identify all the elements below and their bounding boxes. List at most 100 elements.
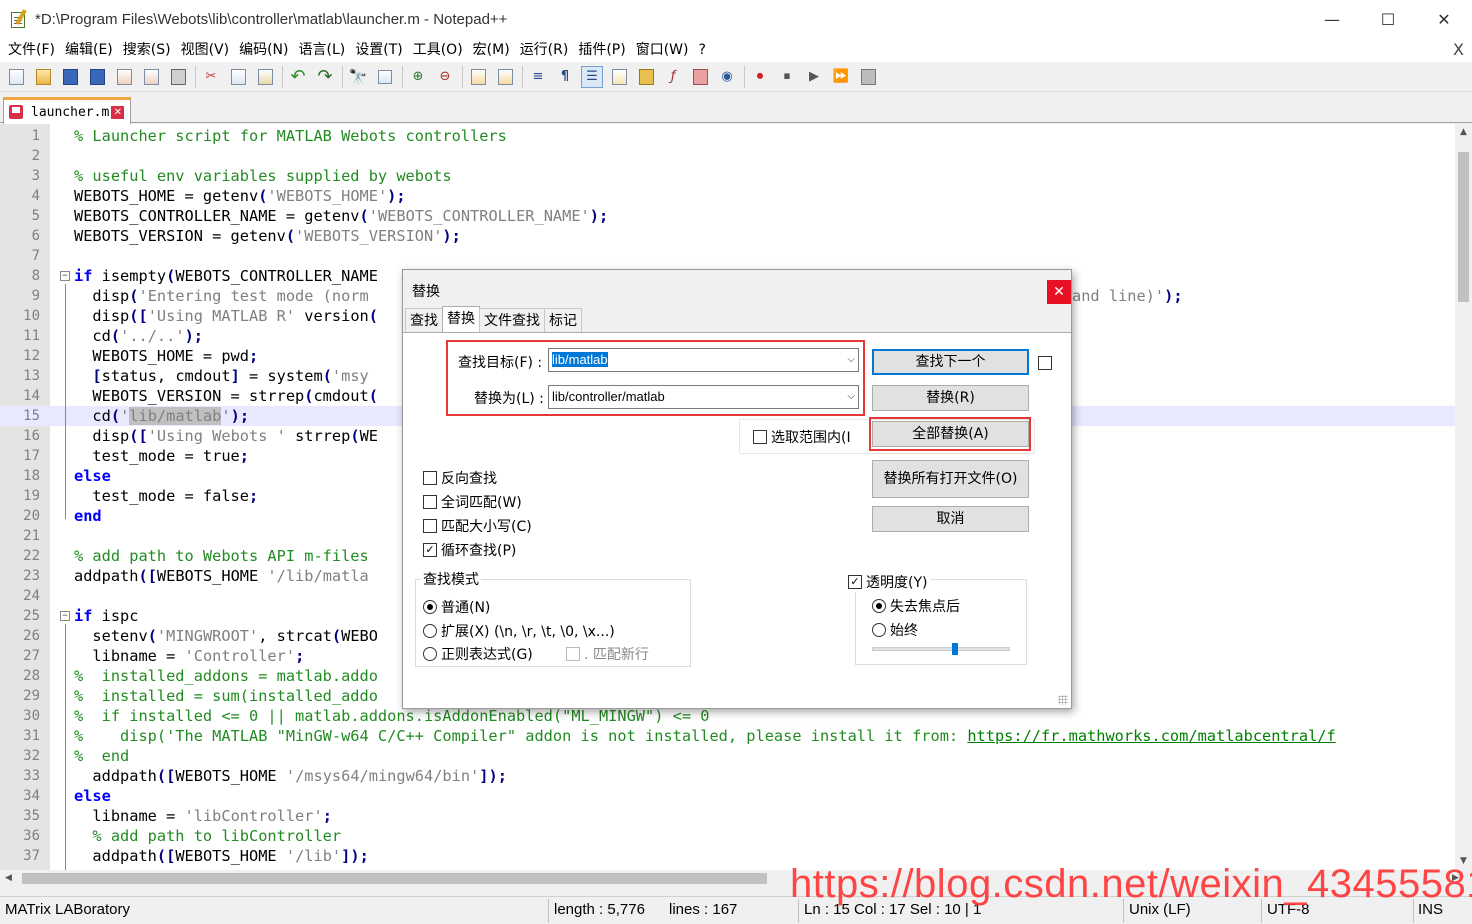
fold-toggle-icon[interactable]: − (60, 611, 70, 621)
backward-search-checkbox[interactable]: 反向查找 (423, 468, 497, 488)
find-next-option-checkbox[interactable] (1038, 356, 1052, 370)
mode-normal-radio[interactable]: 普通(N) (423, 597, 490, 617)
tab-launcher-m[interactable]: launcher.m ✕ (3, 97, 131, 124)
zoom-in-icon[interactable]: ⊕ (407, 66, 429, 88)
close-file-icon[interactable] (113, 66, 135, 88)
code-line[interactable]: 4 WEBOTS_HOME = getenv('WEBOTS_HOME'); (0, 186, 1464, 206)
match-newline-checkbox[interactable]: . 匹配新行 (566, 644, 649, 664)
minimize-button[interactable]: — (1304, 0, 1360, 38)
print-icon[interactable] (167, 66, 189, 88)
run-macro-multiple-icon[interactable]: ⏩ (830, 66, 852, 88)
transparency-checkbox[interactable]: ✓ 透明度(Y) (848, 572, 931, 592)
new-file-icon[interactable] (5, 66, 27, 88)
sync-vertical-icon[interactable] (467, 66, 489, 88)
code-line[interactable]: 31 % disp('The MATLAB "MinGW-w64 C/C++ Co… (0, 726, 1464, 746)
tab-close-icon[interactable]: ✕ (111, 105, 125, 119)
mode-extended-radio[interactable]: 扩展(X) (\n, \r, \t, \0, \x...) (423, 621, 615, 641)
zoom-out-icon[interactable]: ⊖ (434, 66, 456, 88)
doc-map-icon[interactable] (635, 66, 657, 88)
match-case-checkbox[interactable]: 匹配大小写(C) (423, 516, 532, 536)
record-macro-icon[interactable]: ⏺ (749, 66, 771, 88)
match-whole-word-checkbox[interactable]: 全词匹配(W) (423, 492, 522, 512)
menu-macro[interactable]: 宏(M) (468, 38, 515, 62)
word-wrap-icon[interactable]: ≡ (527, 66, 549, 88)
save-icon[interactable] (59, 66, 81, 88)
code-line[interactable]: 35 libname = 'libController'; (0, 806, 1464, 826)
save-all-icon[interactable] (86, 66, 108, 88)
code-line[interactable]: 2 (0, 146, 1464, 166)
close-document-icon[interactable]: X (1453, 40, 1464, 59)
transparency-slider-thumb[interactable] (952, 643, 958, 655)
redo-icon[interactable]: ↷ (314, 66, 336, 88)
code-line[interactable]: 32 % end (0, 746, 1464, 766)
find-next-button[interactable]: 查找下一个 (872, 349, 1029, 375)
maximize-button[interactable]: ☐ (1360, 0, 1416, 38)
code-line[interactable]: 34 else (0, 786, 1464, 806)
code-line[interactable]: 1 % Launcher script for MATLAB Webots con… (0, 126, 1464, 146)
transparency-always-radio[interactable]: 始终 (872, 620, 918, 640)
replace-all-open-docs-button[interactable]: 替换所有打开文件(O) (872, 460, 1029, 498)
dialog-close-button[interactable]: ✕ (1047, 280, 1071, 304)
play-macro-icon[interactable]: ▶ (803, 66, 825, 88)
resize-grip[interactable] (1058, 695, 1068, 705)
scroll-up-icon[interactable]: ▲ (1455, 124, 1472, 141)
code-line[interactable]: 7 (0, 246, 1464, 266)
save-macro-icon[interactable] (857, 66, 879, 88)
tab-find-in-files[interactable]: 文件查找 (479, 308, 545, 332)
close-window-button[interactable]: ✕ (1416, 0, 1472, 38)
cancel-button[interactable]: 取消 (872, 506, 1029, 532)
menu-run[interactable]: 运行(R) (515, 38, 574, 62)
wrap-around-checkbox[interactable]: ✓ 循环查找(P) (423, 540, 516, 560)
menu-help[interactable]: ? (694, 38, 711, 62)
code-line[interactable]: 6 WEBOTS_VERSION = getenv('WEBOTS_VERSION… (0, 226, 1464, 246)
menu-encoding[interactable]: 编码(N) (234, 38, 293, 62)
tab-find[interactable]: 查找 (405, 308, 443, 332)
close-all-icon[interactable] (140, 66, 162, 88)
code-line[interactable]: 3 % useful env variables supplied by webo… (0, 166, 1464, 186)
copy-icon[interactable] (227, 66, 249, 88)
menu-plugins[interactable]: 插件(P) (573, 38, 630, 62)
menu-view[interactable]: 视图(V) (176, 38, 235, 62)
dialog-tabs: 查找 替换 文件查找 标记 (405, 306, 582, 332)
horizontal-scroll-thumb[interactable] (22, 873, 767, 884)
code-line[interactable]: 33 addpath([WEBOTS_HOME '/msys64/mingw64… (0, 766, 1464, 786)
replace-button[interactable]: 替换(R) (872, 385, 1029, 411)
scroll-left-icon[interactable]: ◀ (0, 870, 17, 887)
code-line[interactable]: 30 % if installed <= 0 || matlab.addons.i… (0, 706, 1464, 726)
replace-icon[interactable] (374, 66, 396, 88)
show-all-chars-icon[interactable]: ¶ (554, 66, 576, 88)
open-file-icon[interactable] (32, 66, 54, 88)
code-line[interactable]: 36 % add path to libController (0, 826, 1464, 846)
menu-window[interactable]: 窗口(W) (631, 38, 694, 62)
vertical-scrollbar[interactable]: ▲ ▼ (1455, 124, 1472, 870)
menu-language[interactable]: 语言(L) (294, 38, 351, 62)
cut-icon[interactable]: ✂ (200, 66, 222, 88)
menu-settings[interactable]: 设置(T) (350, 38, 407, 62)
udl-icon[interactable] (608, 66, 630, 88)
fold-toggle-icon[interactable]: − (60, 271, 70, 281)
sync-horizontal-icon[interactable] (494, 66, 516, 88)
indent-guide-icon[interactable]: ☰ (581, 65, 603, 88)
url-link[interactable]: https://fr.mathworks.com/matlabcentral/f (967, 727, 1335, 745)
title-bar: *D:\Program Files\Webots\lib\controller\… (0, 0, 1472, 38)
monitoring-icon[interactable]: ◉ (716, 66, 738, 88)
tab-mark[interactable]: 标记 (544, 308, 582, 332)
undo-icon[interactable]: ↶ (287, 66, 309, 88)
tab-replace[interactable]: 替换 (442, 306, 480, 332)
menu-edit[interactable]: 编辑(E) (60, 38, 118, 62)
function-list-icon[interactable]: ƒ (662, 66, 684, 88)
paste-icon[interactable] (254, 66, 276, 88)
vertical-scroll-thumb[interactable] (1458, 152, 1469, 302)
folder-workspace-icon[interactable] (689, 66, 711, 88)
stop-macro-icon[interactable]: ⏹ (776, 66, 798, 88)
in-selection-checkbox[interactable]: 选取范围内(I (753, 427, 851, 447)
find-icon[interactable]: 🔭 (347, 66, 369, 88)
transparency-on-lose-focus-radio[interactable]: 失去焦点后 (872, 596, 960, 616)
menu-file[interactable]: 文件(F) (3, 38, 60, 62)
code-text: WEBOTS_VERSION = strrep(cmdout( (74, 387, 378, 405)
code-line[interactable]: 5 WEBOTS_CONTROLLER_NAME = getenv('WEBOTS… (0, 206, 1464, 226)
menu-tools[interactable]: 工具(O) (408, 38, 468, 62)
transparency-slider[interactable] (872, 647, 1010, 651)
menu-search[interactable]: 搜索(S) (118, 38, 176, 62)
mode-regex-radio[interactable]: 正则表达式(G) (423, 644, 533, 664)
